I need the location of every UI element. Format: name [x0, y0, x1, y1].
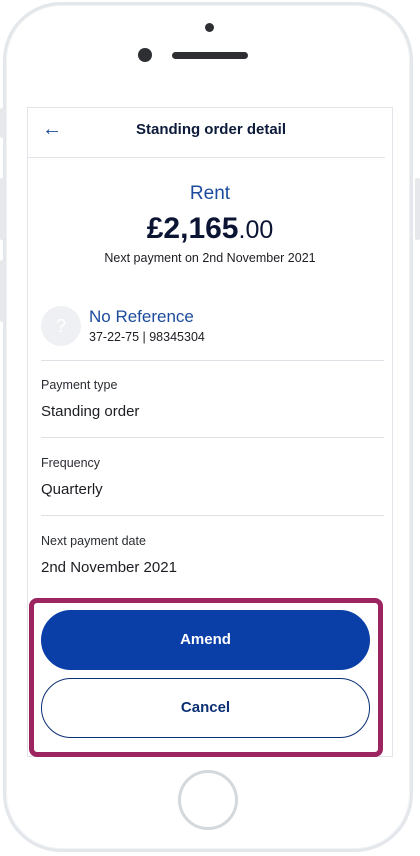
phone-camera	[138, 48, 152, 62]
payment-type-value: Standing order	[41, 403, 140, 420]
amount-main: £2,165	[146, 212, 239, 245]
header-divider	[28, 157, 385, 158]
payee-name: Rent	[189, 183, 231, 204]
payment-type-label: Payment type	[41, 378, 118, 392]
phone-power-button	[415, 178, 420, 240]
phone-side-button	[0, 108, 5, 138]
frequency-value: Quarterly	[41, 481, 103, 498]
phone-home-button[interactable]	[178, 770, 238, 830]
phone-speaker	[172, 52, 248, 59]
divider	[41, 515, 384, 516]
cancel-button[interactable]: Cancel	[41, 678, 370, 738]
next-payment-date-value: 2nd November 2021	[41, 559, 177, 576]
phone-sensor	[205, 23, 214, 32]
phone-volume-down-button	[0, 260, 5, 322]
question-mark-icon: ?	[41, 306, 81, 346]
app-header: ← Standing order detail	[28, 108, 392, 158]
divider	[41, 360, 384, 361]
payment-amount: £2,165.00	[28, 212, 392, 246]
frequency-label: Frequency	[41, 456, 101, 470]
phone-volume-up-button	[0, 178, 5, 240]
next-payment-date-label: Next payment date	[41, 534, 146, 548]
recipient-reference: No Reference	[89, 307, 194, 326]
amend-button[interactable]: Amend	[41, 610, 370, 670]
divider	[41, 437, 384, 438]
page-title: Standing order detail	[135, 121, 286, 138]
next-payment-text: Next payment on 2nd November 2021	[104, 251, 316, 265]
recipient-account-details: 37-22-75 | 98345304	[89, 330, 205, 344]
amount-pence: .00	[238, 216, 274, 244]
